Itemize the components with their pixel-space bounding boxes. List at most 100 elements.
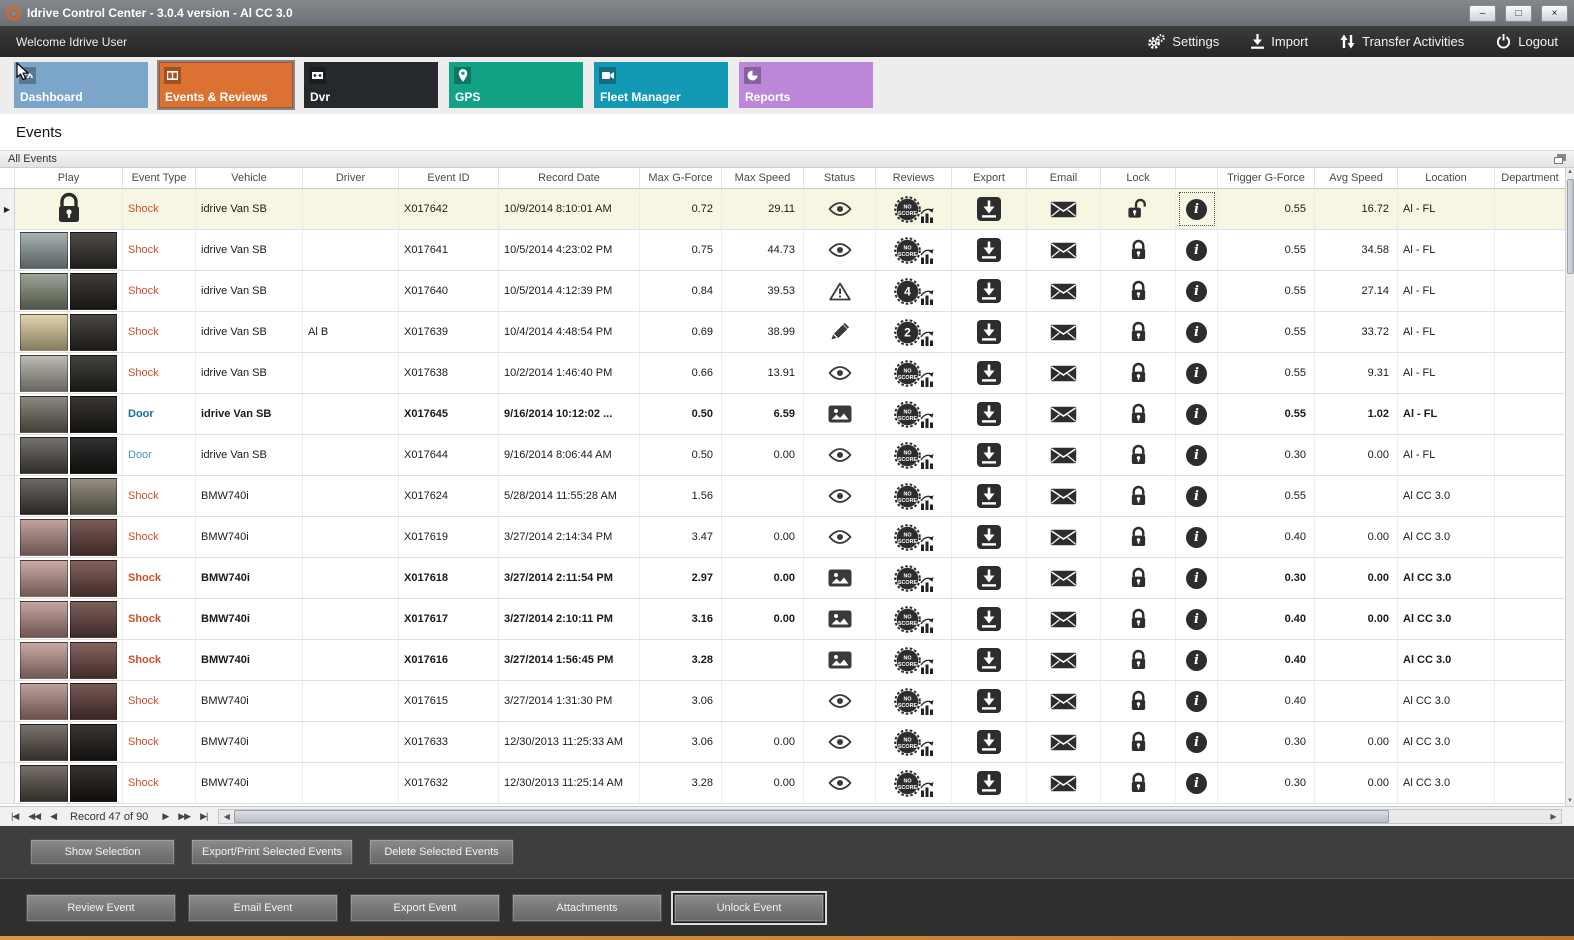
email-cell[interactable] — [1027, 640, 1101, 680]
event-thumbnail[interactable] — [20, 518, 117, 556]
email-cell[interactable] — [1027, 230, 1101, 270]
export-cell[interactable] — [952, 722, 1027, 762]
export-cell[interactable] — [952, 435, 1027, 475]
table-row[interactable]: Shock idrive Van SB X017638 10/2/2014 1:46:… — [0, 353, 1565, 394]
pager-next-button[interactable]: ▶ — [162, 811, 169, 822]
scroll-right-icon[interactable]: ▶ — [1546, 812, 1561, 821]
row-selector[interactable] — [0, 558, 15, 598]
tile-gps[interactable]: GPS — [449, 62, 583, 108]
play-cell[interactable] — [15, 763, 123, 803]
column-header-event-type[interactable]: Event Type — [123, 168, 196, 188]
export-cell[interactable] — [952, 189, 1027, 229]
email-cell[interactable] — [1027, 476, 1101, 516]
table-row[interactable]: Shock BMW740i X017632 12/30/2013 11:25:14 A… — [0, 763, 1565, 804]
horizontal-scrollbar[interactable]: ◀ ▶ — [218, 809, 1562, 824]
event-thumbnail[interactable] — [20, 559, 117, 597]
event-thumbnail[interactable] — [20, 272, 117, 310]
pager-next-page-button[interactable]: ▶▶ — [178, 811, 191, 822]
locked-event-cell[interactable] — [15, 189, 123, 229]
row-selector[interactable] — [0, 763, 15, 803]
email-cell[interactable] — [1027, 763, 1101, 803]
lock-cell[interactable] — [1101, 476, 1176, 516]
import-button[interactable]: Import — [1251, 34, 1308, 49]
info-cell[interactable]: i — [1176, 640, 1218, 680]
column-header-record-date[interactable]: Record Date — [499, 168, 640, 188]
export-cell[interactable] — [952, 476, 1027, 516]
play-cell[interactable] — [15, 394, 123, 434]
row-selector[interactable] — [0, 517, 15, 557]
column-header-vehicle[interactable]: Vehicle — [196, 168, 303, 188]
attachments-button[interactable]: Attachments — [512, 893, 662, 922]
column-header-info[interactable] — [1176, 168, 1218, 188]
scroll-down-icon[interactable]: ▼ — [1567, 797, 1573, 806]
play-cell[interactable] — [15, 681, 123, 721]
status-cell[interactable] — [804, 476, 876, 516]
status-cell[interactable] — [804, 230, 876, 270]
event-thumbnail[interactable] — [20, 395, 117, 433]
info-cell[interactable]: i — [1176, 312, 1218, 352]
column-header-max-speed[interactable]: Max Speed — [722, 168, 804, 188]
row-selector[interactable] — [0, 271, 15, 311]
lock-cell[interactable] — [1101, 722, 1176, 762]
lock-cell[interactable] — [1101, 435, 1176, 475]
column-header-trigger-g-force[interactable]: Trigger G-Force — [1218, 168, 1315, 188]
column-header-department[interactable]: Department — [1495, 168, 1565, 188]
table-row[interactable]: Shock idrive Van SB Al B X017639 10/4/2014 4… — [0, 312, 1565, 353]
reviews-cell[interactable]: NO SCORE — [876, 558, 952, 598]
table-row[interactable]: Shock idrive Van SB X017641 10/5/2014 4:23:… — [0, 230, 1565, 271]
lock-cell[interactable] — [1101, 271, 1176, 311]
reviews-cell[interactable]: 4 — [876, 271, 952, 311]
transfer-activities-button[interactable]: Transfer Activities — [1340, 34, 1464, 49]
export-cell[interactable] — [952, 599, 1027, 639]
email-cell[interactable] — [1027, 271, 1101, 311]
email-cell[interactable] — [1027, 394, 1101, 434]
lock-cell[interactable] — [1101, 312, 1176, 352]
reviews-cell[interactable]: NO SCORE — [876, 763, 952, 803]
column-header-selector[interactable] — [0, 168, 15, 188]
play-cell[interactable] — [15, 271, 123, 311]
pager-first-button[interactable]: |◀ — [11, 811, 19, 822]
event-thumbnail[interactable] — [20, 600, 117, 638]
show-selection-button[interactable]: Show Selection — [30, 839, 175, 865]
info-cell[interactable]: i — [1176, 435, 1218, 475]
info-cell[interactable]: i — [1176, 763, 1218, 803]
table-row[interactable]: Shock BMW740i X017616 3/27/2014 1:56:45 PM 3… — [0, 640, 1565, 681]
lock-cell[interactable] — [1101, 681, 1176, 721]
reviews-cell[interactable]: NO SCORE — [876, 230, 952, 270]
play-cell[interactable] — [15, 353, 123, 393]
status-cell[interactable] — [804, 312, 876, 352]
column-header-email[interactable]: Email — [1027, 168, 1101, 188]
column-header-play[interactable]: Play — [15, 168, 123, 188]
table-row[interactable]: ▶ Shock idrive Van SB X017642 10/9/2014 8:10… — [0, 189, 1565, 230]
reviews-cell[interactable]: NO SCORE — [876, 189, 952, 229]
play-cell[interactable] — [15, 722, 123, 762]
tile-fleet-manager[interactable]: Fleet Manager — [594, 62, 728, 108]
panel-icon[interactable] — [1554, 154, 1566, 164]
column-header-export[interactable]: Export — [952, 168, 1027, 188]
row-selector[interactable] — [0, 353, 15, 393]
scroll-up-icon[interactable]: ▲ — [1567, 168, 1573, 177]
export-print-selected-events-button[interactable]: Export/Print Selected Events — [191, 839, 354, 865]
row-selector[interactable]: ▶ — [0, 189, 15, 229]
tile-dashboard[interactable]: Dashboard — [14, 62, 148, 108]
event-thumbnail[interactable] — [20, 436, 117, 474]
play-cell[interactable] — [15, 558, 123, 598]
export-cell[interactable] — [952, 681, 1027, 721]
column-header-avg-speed[interactable]: Avg Speed — [1315, 168, 1398, 188]
logout-button[interactable]: Logout — [1496, 34, 1558, 49]
email-cell[interactable] — [1027, 312, 1101, 352]
row-selector[interactable] — [0, 435, 15, 475]
play-cell[interactable] — [15, 435, 123, 475]
email-cell[interactable] — [1027, 681, 1101, 721]
export-cell[interactable] — [952, 558, 1027, 598]
export-cell[interactable] — [952, 353, 1027, 393]
email-cell[interactable] — [1027, 353, 1101, 393]
table-row[interactable]: Shock BMW740i X017633 12/30/2013 11:25:33 A… — [0, 722, 1565, 763]
status-cell[interactable] — [804, 763, 876, 803]
reviews-cell[interactable]: NO SCORE — [876, 517, 952, 557]
column-header-reviews[interactable]: Reviews — [876, 168, 952, 188]
info-cell[interactable]: i — [1176, 476, 1218, 516]
review-event-button[interactable]: Review Event — [26, 893, 176, 922]
table-row[interactable]: Shock BMW740i X017624 5/28/2014 11:55:28 AM… — [0, 476, 1565, 517]
row-selector[interactable] — [0, 476, 15, 516]
